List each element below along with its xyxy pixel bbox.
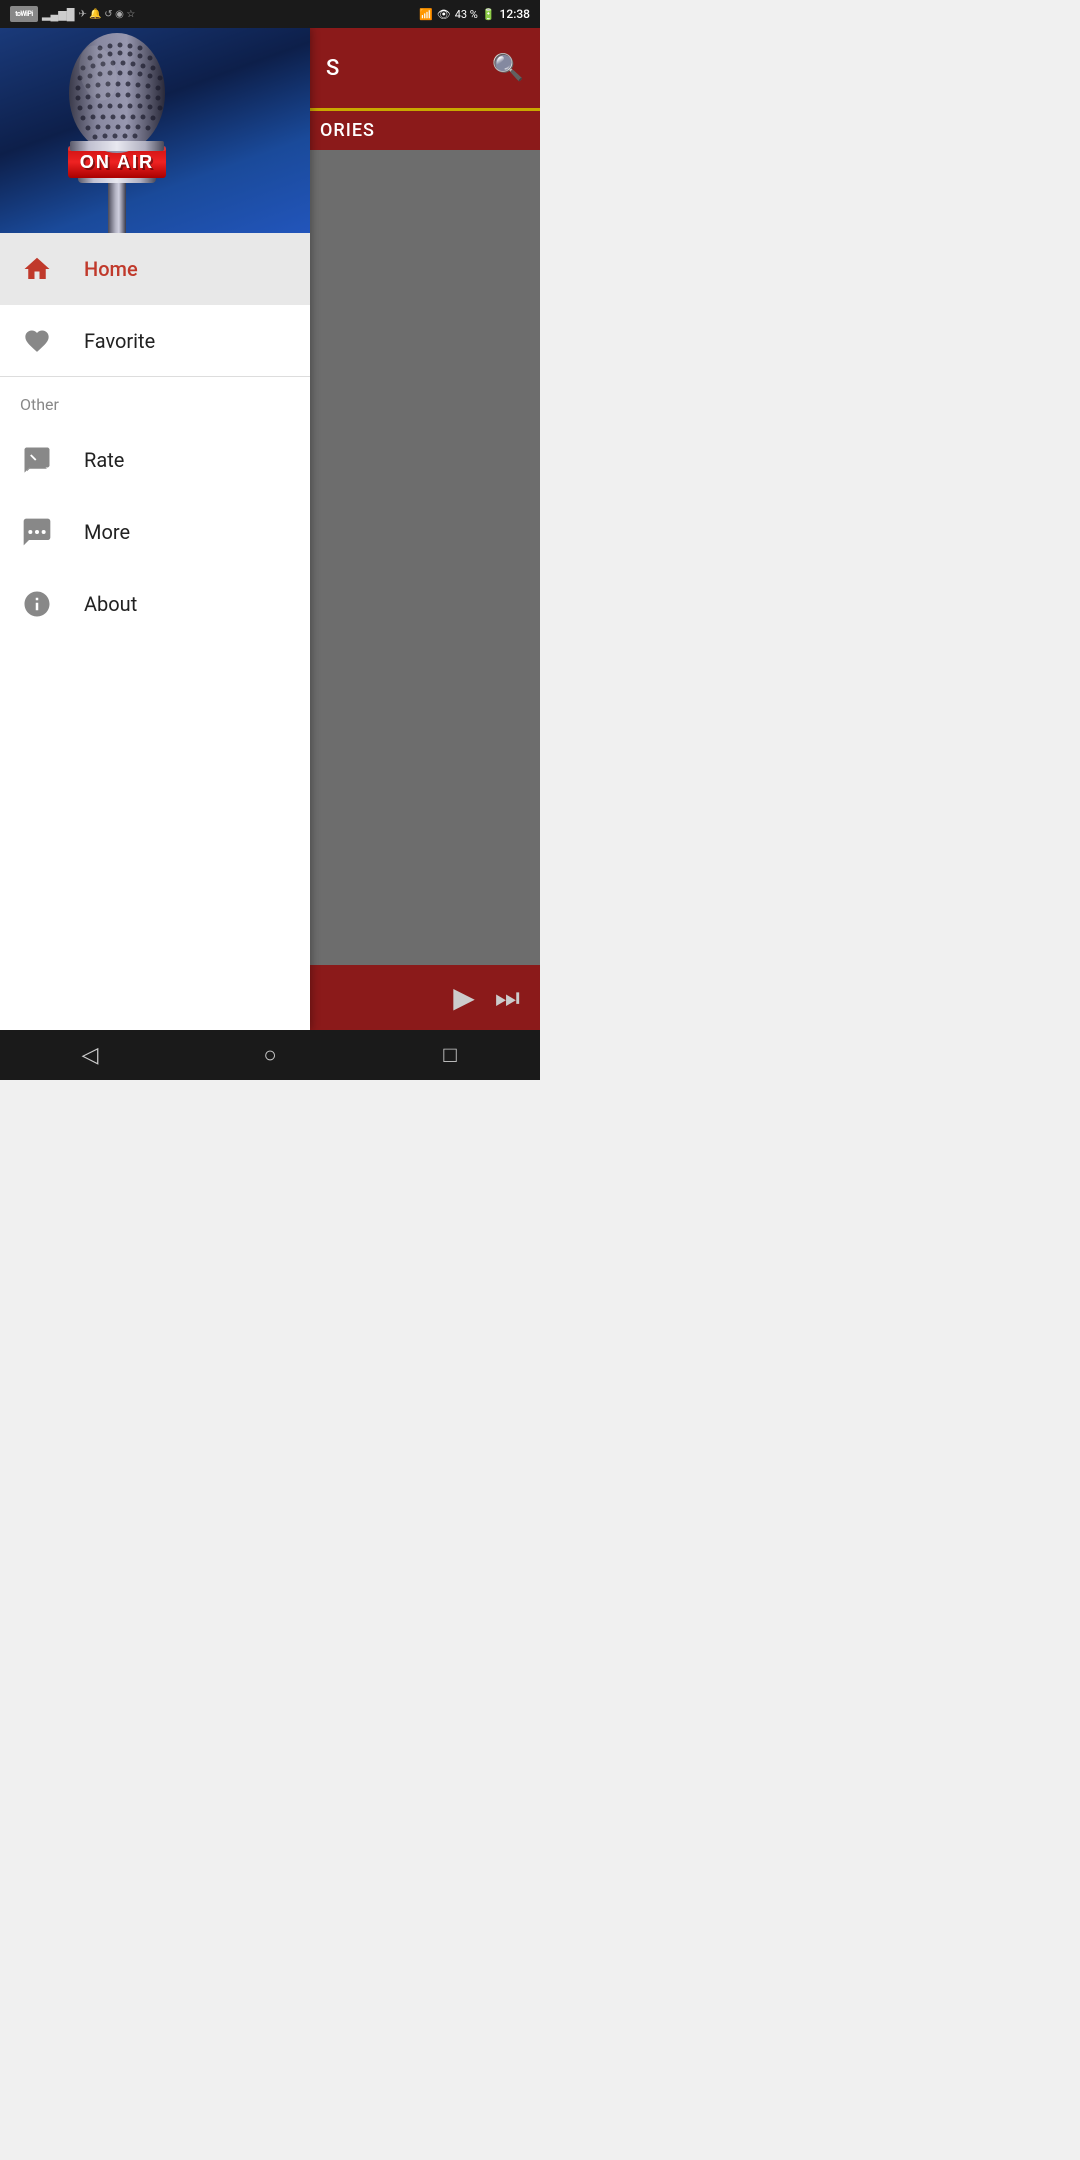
- right-categories-bar: ORIES: [310, 108, 540, 150]
- mic-illustration: ON AIR ON AIR ON AIR: [0, 28, 310, 233]
- status-right: 📶 👁 43 % 🔋 12:38: [419, 7, 530, 21]
- drawer: ON AIR ON AIR ON AIR: [0, 28, 310, 1030]
- more-icon: [20, 515, 54, 549]
- nav-favorite-item[interactable]: Favorite: [0, 305, 310, 377]
- search-icon[interactable]: 🔍: [492, 53, 524, 83]
- nav-rate-item[interactable]: Rate: [0, 424, 310, 496]
- home-button[interactable]: ○: [240, 1035, 300, 1075]
- recents-button[interactable]: □: [420, 1035, 480, 1075]
- categories-text: ORIES: [320, 120, 375, 141]
- wifi-icon: 📶: [419, 8, 433, 21]
- status-left: toWiPi ▂▄▆█ ✈ 🔔 ↺ ◉ ☆: [10, 6, 135, 22]
- eye-icon: 👁: [437, 8, 451, 21]
- rate-label: Rate: [84, 448, 124, 472]
- hero-image: ON AIR ON AIR ON AIR: [0, 28, 310, 233]
- about-label: About: [84, 592, 137, 616]
- right-header: S 🔍: [310, 28, 540, 108]
- nav-about-item[interactable]: About: [0, 568, 310, 640]
- back-icon: ◁: [82, 1043, 99, 1068]
- right-content-area: [310, 150, 540, 965]
- main-layout: ON AIR ON AIR ON AIR: [0, 28, 540, 1030]
- right-panel: S 🔍 ORIES ▶ ⏭: [310, 28, 540, 1030]
- clock: 12:38: [500, 7, 530, 21]
- play-button[interactable]: ▶: [453, 981, 475, 1014]
- skip-button[interactable]: ⏭: [495, 981, 520, 1015]
- nav-home-item[interactable]: Home: [0, 233, 310, 305]
- favorite-label: Favorite: [84, 329, 155, 353]
- section-other-label: Other: [0, 377, 310, 424]
- home-icon: [20, 252, 54, 286]
- more-label: More: [84, 520, 130, 544]
- recents-icon: □: [443, 1042, 456, 1068]
- status-icons: ✈ 🔔 ↺ ◉ ☆: [79, 9, 136, 20]
- favorite-icon: [20, 324, 54, 358]
- rate-icon: [20, 443, 54, 477]
- battery-icon: 🔋: [482, 8, 496, 21]
- home-nav-icon: ○: [263, 1042, 276, 1068]
- wifi-logo: toWiPi: [10, 6, 38, 22]
- info-icon: [20, 587, 54, 621]
- status-bar: toWiPi ▂▄▆█ ✈ 🔔 ↺ ◉ ☆ 📶 👁 43 % 🔋 12:38: [0, 0, 540, 28]
- player-bar: ▶ ⏭: [310, 965, 540, 1030]
- nav-more-item[interactable]: More: [0, 496, 310, 568]
- signal-icon: ▂▄▆█: [42, 8, 75, 21]
- battery-percent: 43 %: [455, 8, 478, 21]
- bottom-nav-bar: ◁ ○ □: [0, 1030, 540, 1080]
- right-header-title: S: [326, 56, 339, 81]
- svg-text:ON AIR: ON AIR: [80, 152, 154, 172]
- home-label: Home: [84, 257, 138, 281]
- back-button[interactable]: ◁: [60, 1035, 120, 1075]
